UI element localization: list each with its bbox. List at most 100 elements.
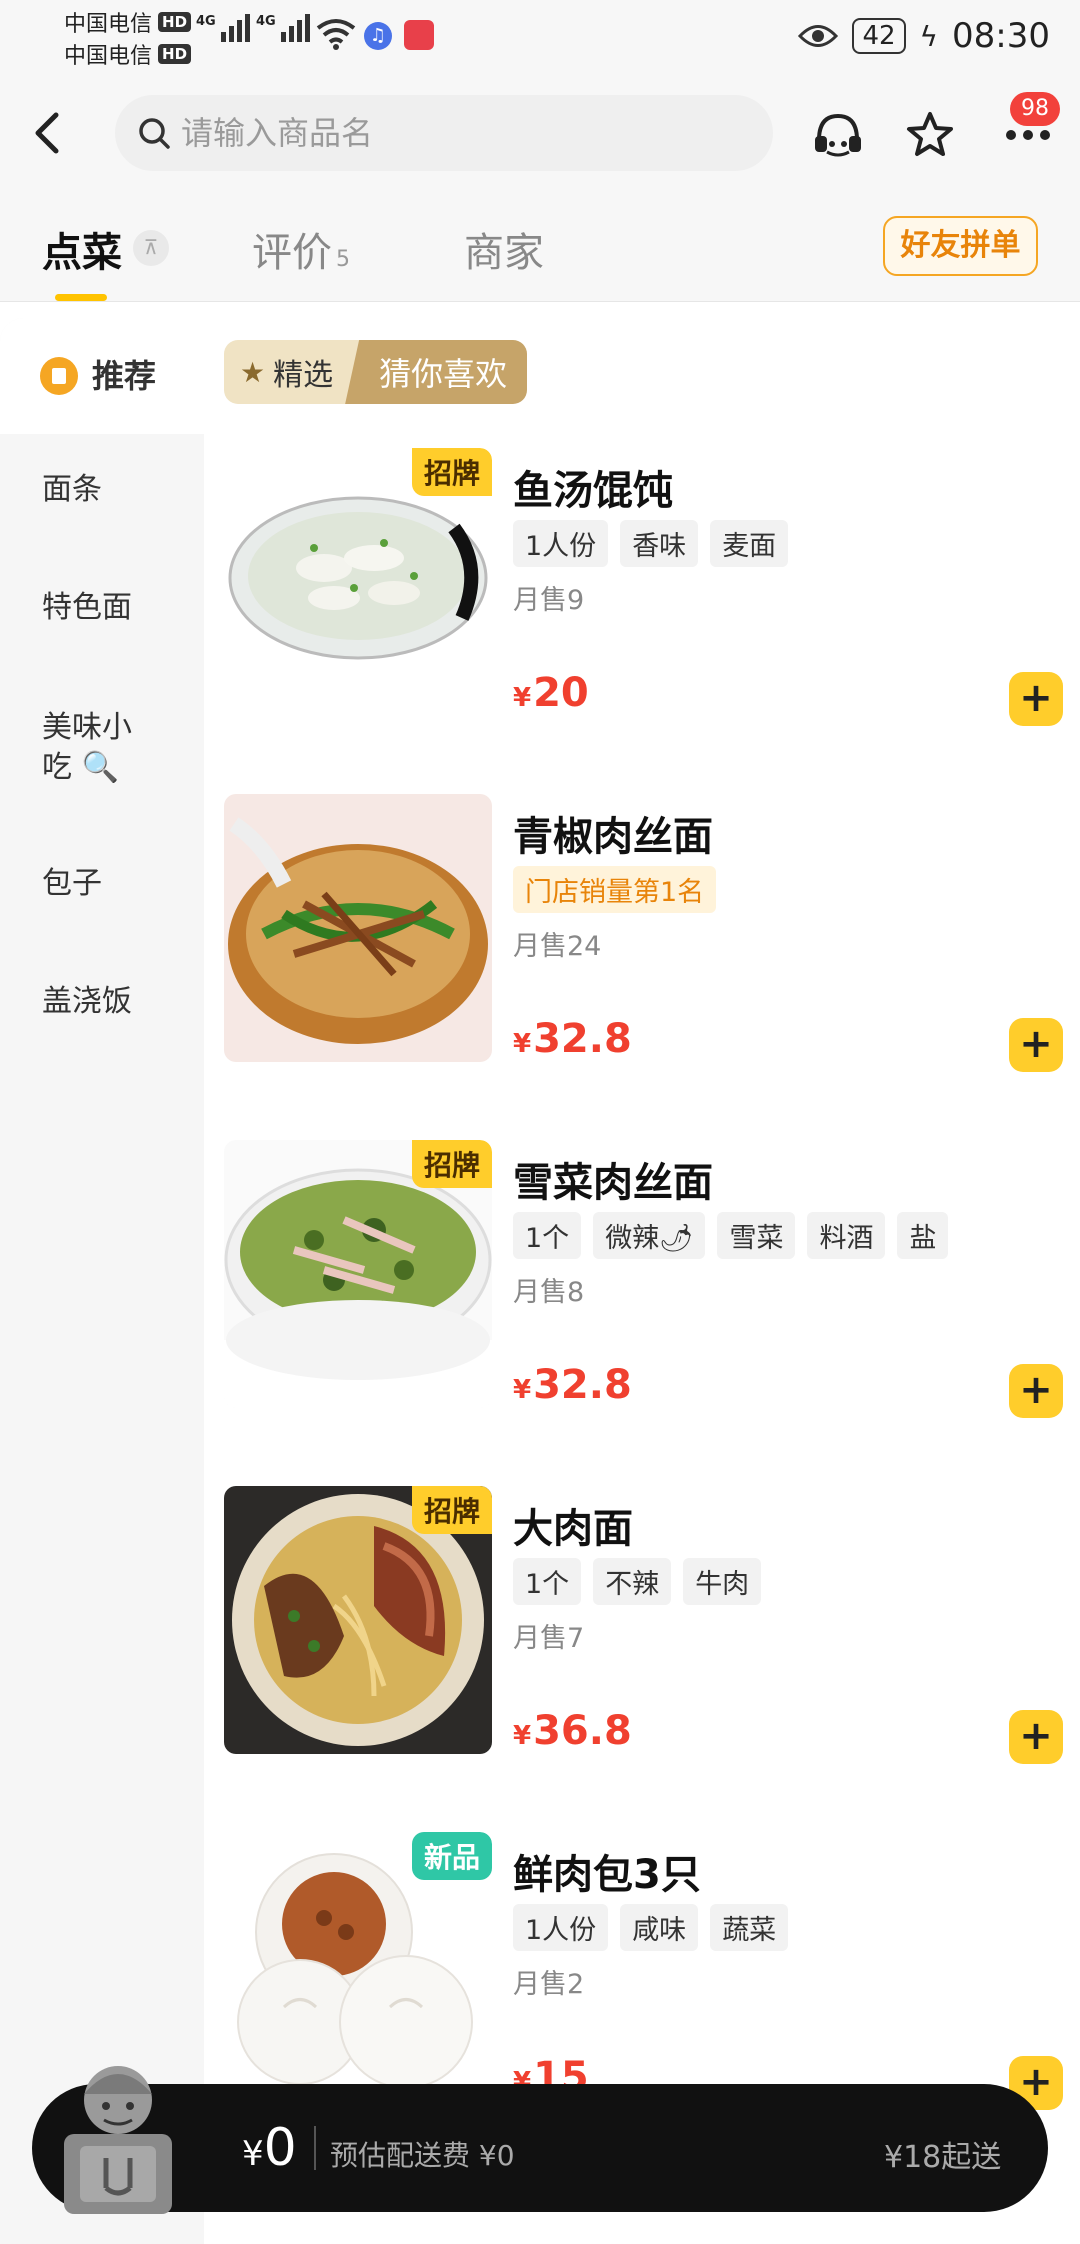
dish-image-braised-pork-noodles: 招牌 (224, 1486, 492, 1754)
group-order-button[interactable]: 好友拼单 (883, 216, 1038, 276)
book-app-icon (404, 20, 434, 50)
sidebar-item-rice-bowl[interactable]: 盖浇饭 (42, 982, 132, 1022)
hd-badge: HD (158, 12, 192, 32)
add-to-cart-button[interactable]: + (1009, 1364, 1063, 1418)
search-bar[interactable] (115, 95, 773, 171)
chevron-left-icon (35, 112, 59, 154)
favorite-button[interactable] (900, 105, 960, 165)
monthly-sales: 月售7 (513, 1623, 585, 1654)
currency-symbol: ¥ (242, 2134, 264, 2174)
network-type: 4G (256, 14, 276, 29)
dish-chip: 香味 (620, 520, 699, 567)
dish-chip: 蔬菜 (710, 1904, 789, 1951)
dish-price: ¥36.8 (513, 1708, 632, 1754)
monthly-sales: 月售8 (513, 1277, 585, 1308)
delivery-rider-cart-icon[interactable] (50, 2048, 186, 2218)
cart-total: ¥0 (242, 2118, 297, 2178)
signal-icon: 4G (256, 14, 310, 42)
tab-order[interactable]: 点菜 (42, 220, 122, 278)
sidebar-item-buns[interactable]: 包子 (42, 864, 102, 904)
recommend-icon (40, 357, 78, 395)
top-header (0, 80, 1080, 190)
dish-name: 大肉面 (513, 1506, 633, 1552)
tab-reviews[interactable]: 评价 5 (252, 220, 350, 278)
dish-chips: 1个 不辣 牛肉 (513, 1558, 762, 1605)
filter-featured[interactable]: ★ 精选 (224, 340, 360, 404)
dish-image-pickled-greens-noodles: 招牌 (224, 1140, 492, 1408)
wifi-icon (316, 19, 356, 50)
tab-reviews-label: 评价 (252, 230, 332, 276)
dish-price: ¥20 (513, 670, 589, 716)
star-outline-icon (907, 112, 953, 156)
dish-chip: 料酒 (807, 1212, 886, 1259)
sidebar-item-snacks[interactable]: 美味小吃 🔍 (42, 708, 152, 788)
sidebar-item-special-noodles[interactable]: 特色面 (42, 588, 132, 628)
search-icon (139, 118, 170, 149)
dish-chip: 1个 (513, 1558, 582, 1605)
dish-chip: 不辣 (593, 1558, 672, 1605)
dish-chip: 1个 (513, 1212, 582, 1259)
eye-icon (798, 25, 839, 47)
sidebar-item-label: 推荐 (92, 357, 157, 395)
carrier-2: 中国电信 HD (64, 38, 192, 70)
add-to-cart-button[interactable]: + (1009, 1018, 1063, 1072)
dish-chip: 微辣🌶 (593, 1212, 706, 1259)
filter-pills: ★ 精选 猜你喜欢 (224, 340, 528, 404)
dish-chips: 1个 微辣🌶 雪菜 料酒 盐 (513, 1212, 949, 1259)
sidebar-item-noodles[interactable]: 面条 (42, 470, 102, 510)
charging-icon: ϟ (919, 19, 939, 53)
headset-icon (815, 113, 861, 157)
dish-name: 雪菜肉丝面 (513, 1160, 713, 1206)
monthly-sales: 月售9 (513, 585, 585, 616)
music-app-icon: ♫ (364, 22, 392, 50)
currency-symbol: ¥ (513, 683, 532, 713)
monthly-sales: 月售24 (513, 931, 602, 962)
dish-list: ★ 精选 猜你喜欢 招牌 鱼汤馄饨 1人份 香味 麦面 月售9 ¥20 + 青椒… (204, 318, 1080, 2244)
back-button[interactable] (22, 108, 72, 158)
app-screen: 中国电信 HD 中国电信 HD 4G 4G ♫ 42 ϟ 08:30 请输入商品… (0, 0, 1080, 2244)
signature-tag: 招牌 (411, 1486, 492, 1534)
category-sidebar: 推荐 面条 特色面 美味小吃 🔍 包子 盖浇饭 (0, 318, 204, 2244)
filter-guess[interactable]: 猜你喜欢 (345, 340, 528, 404)
tab-merchant[interactable]: 商家 (464, 220, 544, 278)
dish-chips: 1人份 香味 麦面 (513, 520, 789, 567)
minimum-order: ¥18起送 (884, 2140, 1002, 2175)
signature-tag: 招牌 (411, 448, 492, 496)
magnifier-emoji-icon: 🔍 (81, 750, 119, 785)
divider (314, 2126, 316, 2170)
dish-name: 青椒肉丝面 (513, 814, 713, 860)
price-value: 20 (533, 670, 589, 716)
dish-chips: 1人份 咸味 蔬菜 (513, 1904, 789, 1951)
sidebar-item-recommend[interactable]: 推荐 (0, 318, 204, 434)
collapse-top-icon[interactable]: ⊼ (133, 230, 169, 266)
dish-chip: 1人份 (513, 1904, 609, 1951)
star-filled-icon: ★ (240, 355, 266, 389)
carrier-name: 中国电信 (64, 12, 153, 37)
notification-badge: 98 (1010, 92, 1060, 126)
dish-chip: 牛肉 (683, 1558, 762, 1605)
dish-card[interactable]: 招牌 雪菜肉丝面 1个 微辣🌶 雪菜 料酒 盐 月售8 ¥32.8 + (224, 1140, 1064, 1418)
customer-service-button[interactable] (808, 105, 868, 165)
dish-image-pork-buns: 新品 (224, 1832, 492, 2100)
active-tab-indicator (55, 294, 107, 301)
delivery-fee: 预估配送费 ¥0 (330, 2139, 515, 2172)
dish-card[interactable]: 招牌 大肉面 1个 不辣 牛肉 月售7 ¥36.8 + (224, 1486, 1064, 1764)
monthly-sales: 月售2 (513, 1969, 585, 2000)
sales-rank-badge: 门店销量第1名 (513, 866, 717, 913)
dish-image-wonton: 招牌 (224, 448, 492, 716)
dish-chip: 麦面 (710, 520, 789, 567)
add-to-cart-button[interactable]: + (1009, 1710, 1063, 1764)
search-input[interactable] (181, 114, 741, 152)
dish-name: 鲜肉包3只 (513, 1852, 701, 1898)
clock: 08:30 (952, 16, 1050, 56)
dish-card[interactable]: 青椒肉丝面 门店销量第1名 月售24 ¥32.8 + (224, 794, 1064, 1072)
add-to-cart-button[interactable]: + (1009, 672, 1063, 726)
dish-card[interactable]: 招牌 鱼汤馄饨 1人份 香味 麦面 月售9 ¥20 + (224, 448, 1064, 726)
dish-card[interactable]: 新品 鲜肉包3只 1人份 咸味 蔬菜 月售2 ¥15 + (224, 1832, 1064, 2110)
signature-tag: 招牌 (411, 1140, 492, 1188)
dish-price: ¥32.8 (513, 1362, 632, 1408)
new-item-tag: 新品 (411, 1832, 492, 1880)
dish-chip: 咸味 (620, 1904, 699, 1951)
price-value: 32.8 (533, 1362, 632, 1408)
dish-name: 鱼汤馄饨 (513, 468, 673, 514)
